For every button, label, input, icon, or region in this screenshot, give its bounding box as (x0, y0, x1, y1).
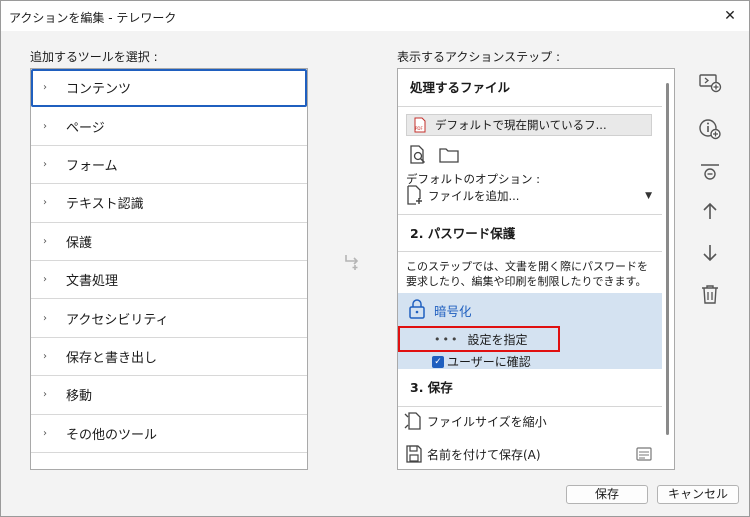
add-file-icon (406, 184, 424, 208)
tool-item-document-processing[interactable]: › 文書処理 (31, 261, 307, 300)
chevron-right-icon: › (43, 350, 47, 362)
insert-instruction-icon[interactable] (698, 71, 722, 95)
save-button[interactable]: 保存 (566, 485, 648, 504)
encrypt-block[interactable]: 暗号化 ••• 設定を指定 ✓ ユーザーに確認 (398, 293, 662, 369)
tool-item-accessibility[interactable]: › アクセシビリティ (31, 299, 307, 338)
svg-text:PDF: PDF (415, 126, 423, 131)
add-to-steps-icon[interactable] (343, 251, 363, 271)
pdf-icon: PDF (413, 117, 427, 133)
tool-item-other-tools[interactable]: › その他のツール (31, 415, 307, 453)
default-options-select[interactable]: ファイルを追加... ▼ (406, 184, 656, 208)
tool-item-pages[interactable]: › ページ (31, 107, 307, 146)
tool-item-ocr[interactable]: › テキスト認識 (31, 184, 307, 223)
tools-label: 追加するツールを選択 : (30, 50, 158, 64)
save-icon (404, 444, 424, 464)
encrypt-title: 暗号化 (408, 299, 472, 322)
more-icon: ••• (434, 332, 460, 346)
edit-action-dialog: アクションを編集 - テレワーク ✕ 追加するツールを選択 : › コンテンツ ›… (0, 0, 750, 517)
tool-item-navigate[interactable]: › 移動 (31, 376, 307, 415)
title-bar: アクションを編集 - テレワーク ✕ (1, 1, 749, 31)
scrollbar[interactable] (666, 83, 669, 435)
save-as-step[interactable]: 名前を付けて保存(A) (404, 444, 541, 464)
chevron-right-icon: › (43, 82, 47, 94)
section-files-title: 処理するファイル (398, 69, 662, 107)
confirm-user-checkbox[interactable]: ✓ ユーザーに確認 (432, 353, 531, 370)
chevron-right-icon: › (43, 235, 47, 247)
chevron-right-icon: › (43, 274, 47, 286)
section-password-title: 2. パスワード保護 (398, 214, 662, 252)
lock-icon (408, 299, 426, 322)
tool-item-protect[interactable]: › 保護 (31, 223, 307, 261)
folder-icon[interactable] (438, 145, 460, 168)
reduce-file-size-icon (404, 411, 424, 431)
chevron-right-icon: › (43, 158, 47, 170)
cancel-button[interactable]: キャンセル (657, 485, 739, 504)
add-separator-icon[interactable] (698, 161, 722, 185)
tool-item-forms[interactable]: › フォーム (31, 146, 307, 185)
document-search-icon[interactable] (408, 145, 428, 168)
step-description: このステップでは、文書を開く際にパスワードを要求したり、編集や印刷を制限したりで… (406, 260, 648, 288)
tool-list: › コンテンツ › ページ › フォーム › テキスト認識 › 保護 › 文書処理 › アクセ… (30, 68, 308, 470)
specify-settings-button[interactable]: ••• 設定を指定 (398, 326, 560, 352)
file-icons-row (408, 145, 460, 168)
close-icon[interactable]: ✕ (719, 5, 741, 27)
file-source[interactable]: PDF デフォルトで現在開いているフ... (406, 114, 652, 136)
move-up-icon[interactable] (698, 199, 722, 223)
chevron-down-icon: ▼ (645, 191, 652, 201)
tool-item-content[interactable]: › コンテンツ (31, 69, 307, 108)
checkmark-icon: ✓ (432, 355, 444, 368)
action-steps-panel: 処理するファイル PDF デフォルトで現在開いているフ... デフォルトのオプシ… (397, 68, 675, 470)
window-title: アクションを編集 - テレワーク (9, 11, 177, 25)
chevron-right-icon: › (43, 120, 47, 132)
chevron-right-icon: › (43, 312, 47, 324)
chevron-right-icon: › (43, 197, 47, 209)
steps-label: 表示するアクションステップ : (397, 50, 561, 64)
step-options-icon[interactable] (636, 446, 652, 465)
reduce-size-step[interactable]: ファイルサイズを縮小 (404, 411, 547, 431)
chevron-right-icon: › (43, 427, 47, 439)
section-save-title: 3. 保存 (398, 369, 662, 407)
tool-item-save-export[interactable]: › 保存と書き出し (31, 338, 307, 377)
trash-icon[interactable] (698, 282, 722, 306)
move-down-icon[interactable] (698, 241, 722, 265)
add-info-icon[interactable] (698, 117, 722, 141)
chevron-right-icon: › (43, 389, 47, 401)
